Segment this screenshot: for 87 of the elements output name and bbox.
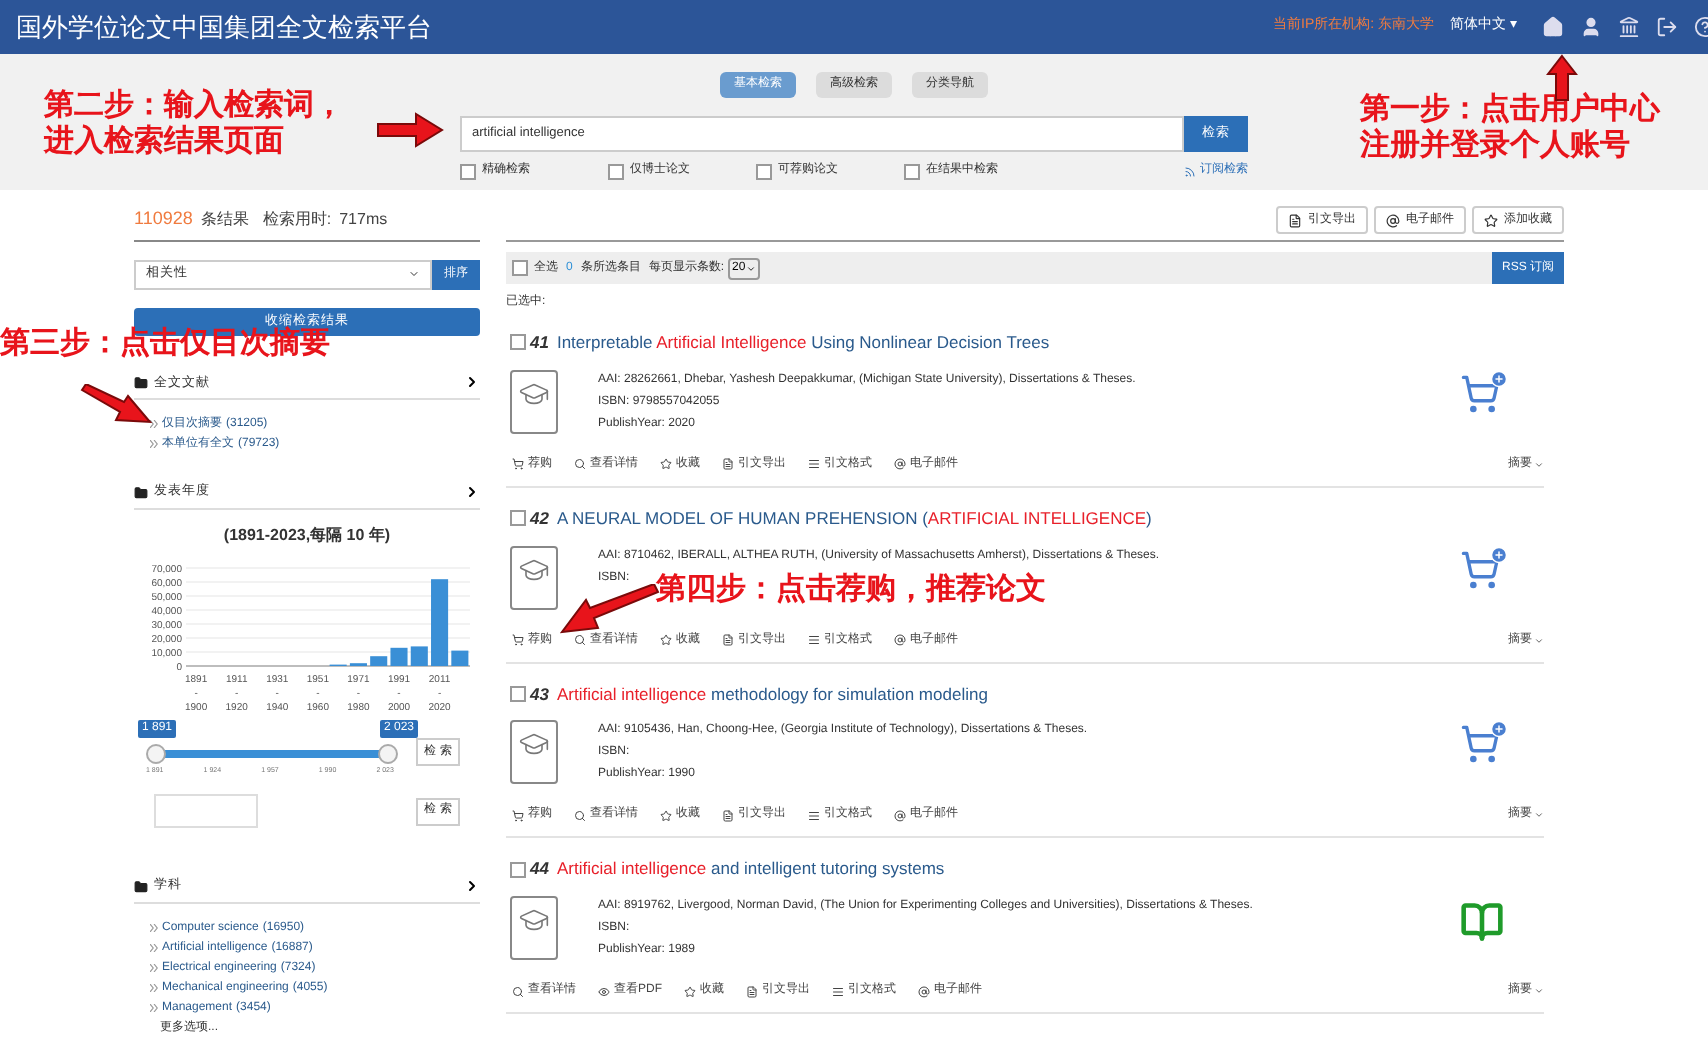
checkbox[interactable] — [512, 260, 528, 276]
result-title-link[interactable]: Artificial intelligence and intelligent tutoring systems — [556, 856, 945, 882]
open-book-icon[interactable] — [1460, 900, 1504, 944]
checkbox[interactable] — [510, 334, 526, 351]
bullet-icon — [150, 964, 158, 972]
bank-icon[interactable] — [1618, 16, 1640, 38]
result-number: 42 — [530, 505, 549, 531]
time-value: 717ms — [339, 208, 388, 232]
dropdown-icon — [408, 268, 420, 280]
dropdown-icon — [745, 263, 756, 273]
chevron-icon[interactable] — [464, 878, 480, 895]
at-sign-icon — [918, 985, 930, 997]
result-title-link[interactable]: Interpretable Artificial Intelligence Using Nonlinear Decision Trees — [556, 330, 1050, 356]
document-icon — [722, 809, 734, 822]
search-icon — [574, 634, 586, 646]
star-icon — [1484, 213, 1498, 227]
checkbox[interactable] — [510, 510, 526, 527]
checkbox[interactable] — [608, 163, 624, 179]
cart-icon — [512, 634, 524, 646]
checkbox[interactable] — [756, 163, 772, 179]
at-sign-icon — [894, 809, 906, 822]
chevron-icon[interactable] — [464, 484, 480, 501]
bullet-icon — [150, 924, 158, 932]
cart-icon — [512, 809, 524, 822]
list-icon — [808, 809, 820, 822]
arrow-icon — [376, 112, 444, 148]
star-icon — [660, 809, 672, 822]
add-to-cart-icon[interactable] — [1460, 373, 1504, 414]
year-input[interactable] — [154, 794, 258, 829]
search-icon — [512, 985, 524, 997]
logout-icon[interactable] — [1656, 16, 1678, 38]
dropdown-icon — [1534, 459, 1544, 470]
checkbox[interactable] — [460, 163, 476, 179]
document-icon — [722, 458, 734, 471]
result-number: 44 — [530, 856, 549, 882]
dropdown-icon — [1534, 635, 1544, 645]
chevron-icon[interactable] — [464, 374, 480, 391]
time-label: 检索用时: — [262, 208, 332, 232]
at-sign-icon — [894, 634, 906, 646]
step-annotation: 第二步：输入检索词， 进入检索结果页面 — [44, 88, 344, 160]
result-title-link[interactable]: A NEURAL MODEL OF HUMAN PREHENSION (ARTIFICIAL INTELLIGENCE) — [556, 505, 1152, 531]
arrow-icon — [80, 384, 152, 424]
at-sign-icon — [894, 458, 906, 471]
search-icon — [574, 809, 586, 822]
result-title-link[interactable]: Artificial intelligence methodology for simulation modeling — [556, 681, 988, 707]
checkbox[interactable] — [510, 861, 526, 878]
bullet-icon — [150, 440, 158, 449]
add-to-cart-icon[interactable] — [1460, 549, 1504, 589]
dropdown-icon — [1534, 810, 1544, 821]
eye-icon — [598, 985, 610, 997]
result-number: 41 — [530, 330, 549, 356]
folder-icon — [134, 375, 148, 390]
user-icon[interactable] — [1580, 16, 1602, 38]
arrow-icon — [560, 584, 660, 634]
bullet-icon — [150, 420, 158, 429]
chart-title: (1891-2023,每隔 10 年) — [221, 524, 393, 548]
folder-icon — [134, 879, 148, 894]
site-title: 国外学位论文中国集团全文检索平台 — [16, 9, 432, 46]
cart-icon — [512, 458, 524, 471]
bullet-icon — [150, 1004, 158, 1012]
result-count: 110928 — [134, 206, 193, 232]
graduation-cap-icon — [518, 904, 550, 936]
star-icon — [660, 458, 672, 471]
star-icon — [684, 985, 696, 997]
checkbox[interactable] — [904, 163, 920, 179]
bullet-icon — [150, 944, 158, 952]
result-number: 43 — [530, 681, 549, 707]
star-icon — [660, 634, 672, 646]
step-annotation: 第四步：点击荐购，推荐论文 — [656, 572, 1046, 608]
list-icon — [832, 985, 844, 997]
document-icon — [1288, 213, 1302, 227]
folder-icon — [134, 485, 148, 500]
bar — [410, 646, 428, 666]
bullet-icon — [150, 984, 158, 992]
list-icon — [808, 634, 820, 646]
search-icon — [574, 458, 586, 471]
list-icon — [808, 458, 820, 471]
year-range-slider[interactable] — [146, 743, 398, 763]
home-icon[interactable] — [1542, 16, 1564, 38]
checkbox[interactable] — [510, 685, 526, 702]
document-icon — [722, 634, 734, 646]
add-to-cart-icon[interactable] — [1460, 724, 1504, 765]
result-count-label: 条结果 — [200, 208, 249, 232]
rss-icon — [1184, 165, 1196, 177]
document-icon — [746, 985, 758, 997]
at-sign-icon — [1386, 213, 1400, 227]
dropdown-icon — [1534, 986, 1544, 996]
